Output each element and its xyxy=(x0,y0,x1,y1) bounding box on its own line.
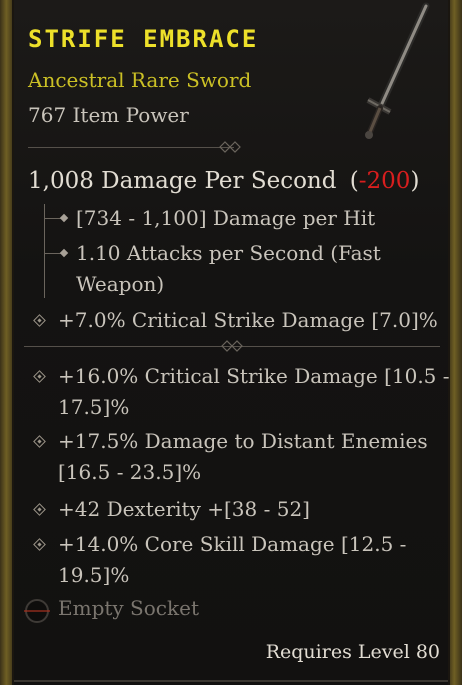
diamond-bullet-icon xyxy=(33,538,46,551)
affix-line-cont: 19.5]% xyxy=(58,563,130,587)
affix-line-cont: [16.5 - 23.5]% xyxy=(58,460,202,484)
dps-paren-open: ( xyxy=(349,168,359,194)
divider-ornament-icon xyxy=(219,141,241,153)
affix-line: +17.5% Damage to Distant Enemies xyxy=(58,429,428,453)
affix-line: +16.0% Critical Strike Damage [10.5 - xyxy=(58,364,450,388)
branch-bullet-icon xyxy=(59,213,69,223)
diamond-bullet-icon xyxy=(33,370,46,383)
divider-ornament-icon xyxy=(221,340,243,352)
diamond-bullet-icon xyxy=(33,435,46,448)
affix-line: +42 Dexterity +[38 - 52] xyxy=(58,497,310,521)
item-name: STRIFE EMBRACE xyxy=(28,25,259,53)
dps-delta: -200 xyxy=(358,168,411,194)
damage-per-second: 1,008 Damage Per Second (-200) xyxy=(28,168,419,194)
branch-bullet-icon xyxy=(59,248,69,258)
empty-socket-icon xyxy=(24,599,50,623)
attacks-per-second-cont: Weapon) xyxy=(76,272,165,296)
level-requirement: Requires Level 80 xyxy=(265,641,440,663)
dps-value: 1,008 Damage Per Second xyxy=(28,168,337,194)
damage-per-hit: [734 - 1,100] Damage per Hit xyxy=(76,206,376,230)
diamond-bullet-icon xyxy=(33,503,46,516)
header-divider xyxy=(28,141,241,153)
item-tooltip: STRIFE EMBRACE Ancestral Rare Sword 767 … xyxy=(0,0,462,685)
tooltip-right-border xyxy=(448,0,462,685)
attacks-per-second: 1.10 Attacks per Second (Fast xyxy=(76,241,381,265)
diamond-bullet-icon xyxy=(33,314,46,327)
affix-line-cont: 17.5]% xyxy=(58,395,130,419)
affix-divider xyxy=(24,340,440,352)
tooltip-left-border xyxy=(0,0,14,685)
affix-line: +14.0% Core Skill Damage [12.5 - xyxy=(58,532,407,556)
socket-label: Empty Socket xyxy=(58,596,199,620)
tooltip-bottom-edge xyxy=(14,680,448,682)
sword-icon xyxy=(365,2,430,139)
implicit-affix: +7.0% Critical Strike Damage [7.0]% xyxy=(58,308,438,332)
item-power: 767 Item Power xyxy=(28,103,189,127)
dps-paren-close: ) xyxy=(410,168,420,194)
item-type: Ancestral Rare Sword xyxy=(28,68,252,92)
